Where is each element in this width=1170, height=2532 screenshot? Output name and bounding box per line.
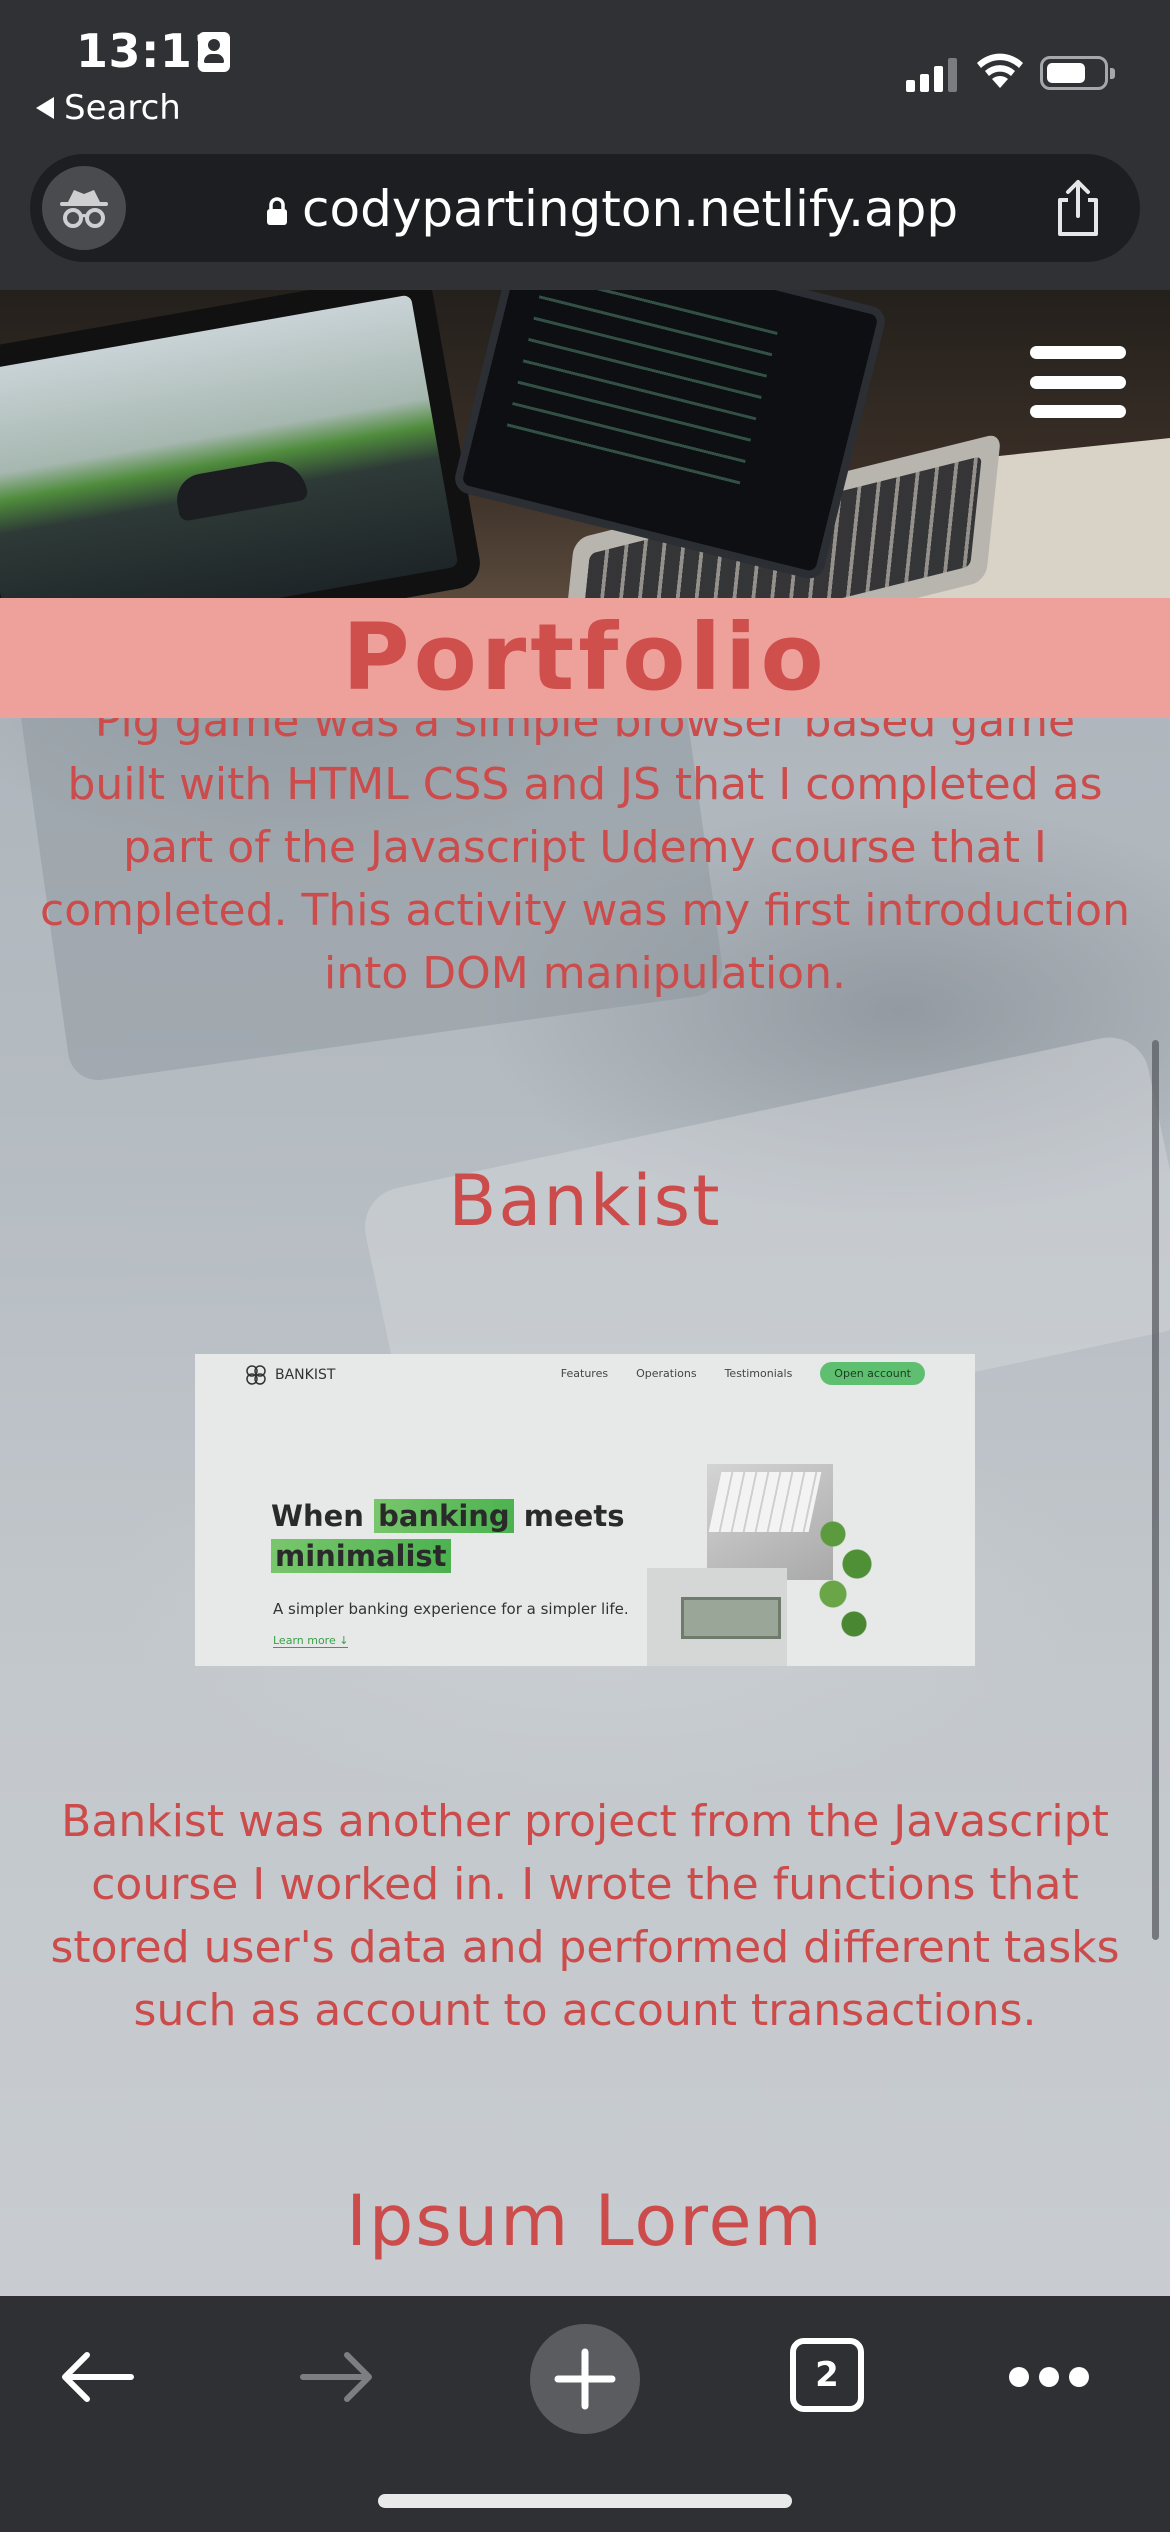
hero-tablet [0,290,484,598]
page-title: Portfolio [342,604,828,711]
bankist-learn-more: Learn more ↓ [273,1634,349,1648]
bankist-screenshot[interactable]: BANKIST Features Operations Testimonials… [195,1354,975,1666]
tabs-button[interactable]: 2 [790,2338,864,2412]
bankist-nav: Features Operations Testimonials Open ac… [561,1362,925,1385]
battery-icon [1040,56,1115,90]
back-to-search-button[interactable]: Search [36,88,181,128]
next-project-title: Ipsum Lorem [346,2180,824,2262]
incognito-icon[interactable] [42,166,126,250]
bankist-subtitle: A simpler banking experience for a simpl… [273,1600,629,1618]
incognito-glyph [60,190,108,228]
share-icon[interactable] [1046,176,1110,240]
hero-laptop [451,290,889,582]
plant-image [815,1504,875,1654]
bankist-open-account-button: Open account [820,1362,925,1385]
headline-word: meets [523,1499,625,1533]
home-indicator[interactable] [378,2494,792,2508]
bankist-title: Bankist [448,1160,722,1242]
headline-highlight: banking [374,1499,514,1533]
bankist-headline: When banking meets minimalist [271,1496,624,1576]
headline-word: When [271,1499,364,1533]
bankist-nav-item: Testimonials [724,1367,793,1380]
hero-image [0,290,1170,598]
wifi-icon [977,53,1023,88]
back-triangle-icon [36,97,54,119]
back-button[interactable] [52,2332,142,2422]
page-scrollbar[interactable] [1152,1040,1159,1940]
forward-arrow-icon [300,2352,372,2402]
bankist-description: Bankist was another project from the Jav… [50,1796,1120,2036]
back-arrow-icon [62,2352,134,2402]
plus-icon [554,2348,616,2410]
url-text: codypartington.netlify.app [302,180,959,238]
url-display[interactable]: codypartington.netlify.app [266,180,958,238]
dollar-bill-image [681,1597,781,1639]
pig-game-description: Pig game was a simple browser based game… [40,696,1130,999]
bankist-nav-item: Operations [636,1367,697,1380]
back-to-app-label: Search [64,88,181,128]
web-page: Portfolio Pig game was a simple browser … [0,290,1170,2296]
lock-icon [267,197,287,225]
hamburger-menu-icon[interactable] [1030,346,1126,418]
new-tab-button[interactable] [530,2324,640,2434]
bankist-logo-icon [246,1365,266,1385]
contact-card-icon [198,32,230,72]
portfolio-banner: Portfolio [0,598,1170,718]
bankist-logo-text: BANKIST [275,1367,336,1383]
more-menu-icon[interactable] [1004,2332,1094,2422]
status-bar: 13:11 Search [0,0,1170,140]
address-bar[interactable]: codypartington.netlify.app [30,154,1140,262]
bankist-nav-item: Features [560,1367,609,1380]
forward-button[interactable] [292,2332,382,2422]
cellular-signal-icon [906,54,957,92]
headline-highlight: minimalist [271,1539,451,1573]
browser-address-area: codypartington.netlify.app [0,140,1170,290]
bankist-logo: BANKIST [245,1364,335,1386]
